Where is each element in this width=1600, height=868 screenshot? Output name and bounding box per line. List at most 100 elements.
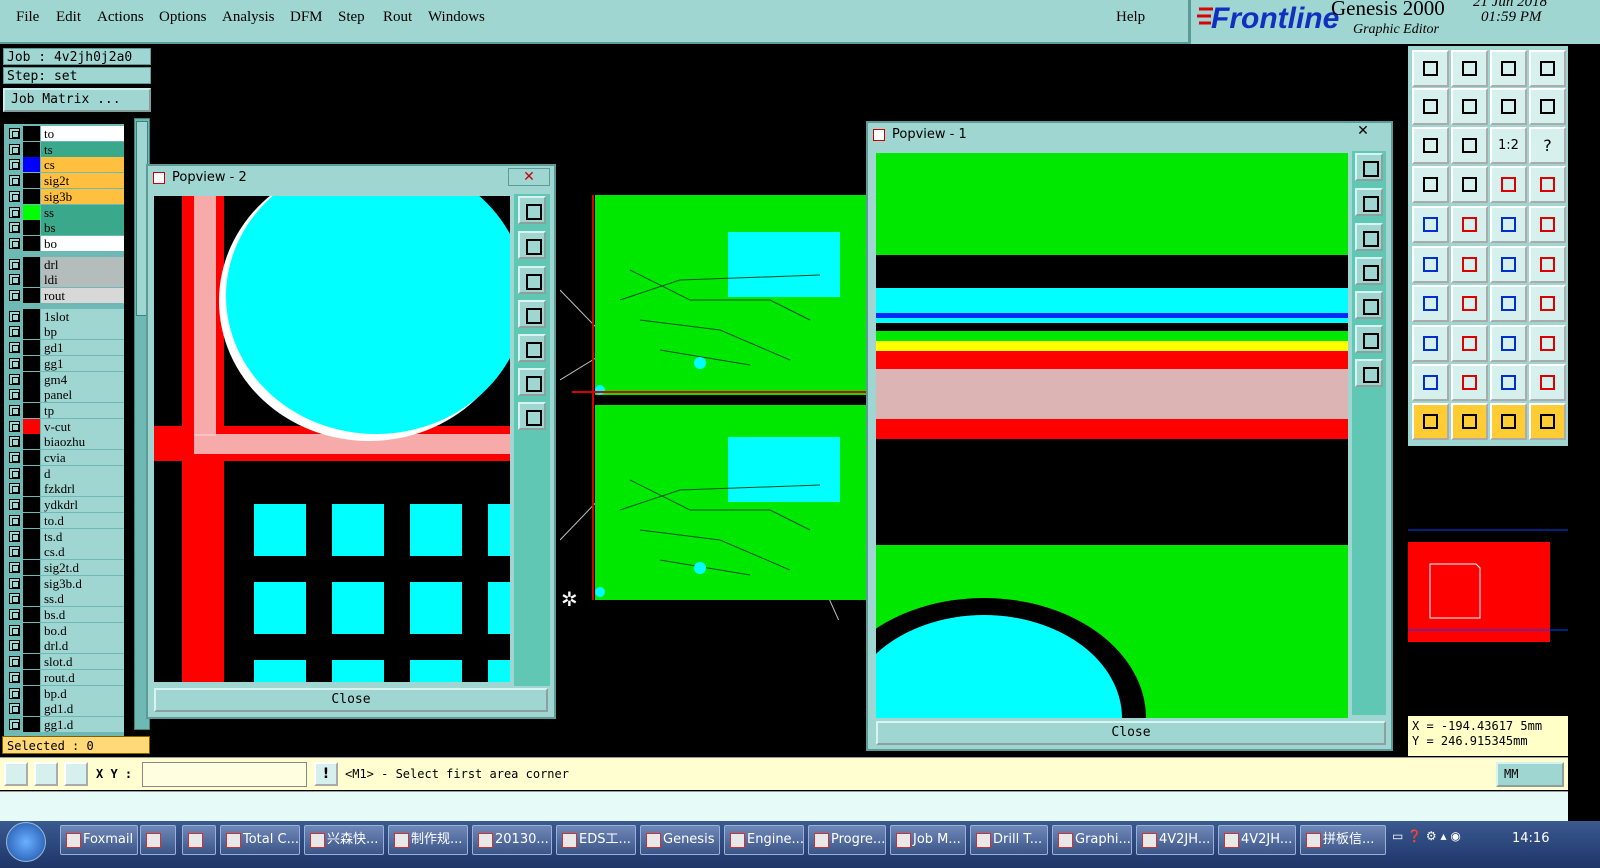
zoom-fit-icon[interactable] (518, 196, 546, 224)
pan-up-icon[interactable] (518, 231, 546, 259)
layer-checkbox[interactable] (9, 290, 20, 301)
layer-color-swatch[interactable] (23, 340, 40, 356)
layer-name[interactable]: v-cut (41, 418, 124, 434)
ratio-icon[interactable]: 1:2 (1490, 127, 1527, 164)
layer-row[interactable]: bs.d (4, 607, 124, 622)
layer-checkbox[interactable] (9, 624, 20, 636)
layer-row[interactable]: cs (4, 157, 124, 173)
layer-checkbox[interactable] (9, 237, 20, 249)
line-icon[interactable] (1412, 285, 1449, 322)
layer-color-swatch[interactable] (23, 544, 40, 560)
layer-name[interactable]: biaozhu (41, 434, 124, 450)
pan-right-icon[interactable] (518, 334, 546, 362)
taskbar-item[interactable]: Genesis (640, 825, 720, 855)
layer-row[interactable]: fzkdrl (4, 481, 124, 497)
layer-name[interactable]: bs (41, 220, 124, 236)
taskbar-item[interactable]: EDS工... (556, 825, 636, 855)
layer-row[interactable]: ydkdrl (4, 497, 124, 513)
zoom-fit-icon[interactable] (1412, 127, 1449, 164)
layer-color-swatch[interactable] (23, 528, 40, 544)
mirror-icon[interactable] (1490, 88, 1527, 125)
layer-checkbox[interactable] (9, 274, 20, 286)
layer-row[interactable]: to.d (4, 512, 124, 528)
grid-icon[interactable] (64, 762, 88, 786)
layer-row[interactable]: panel (4, 387, 124, 403)
layer-checkbox[interactable] (9, 190, 20, 202)
layer-checkbox[interactable] (9, 258, 20, 270)
help-icon[interactable]: ? (1529, 127, 1566, 164)
layer-row[interactable]: ss (4, 204, 124, 220)
layer-color-swatch[interactable] (23, 434, 40, 450)
feature-icon[interactable] (1451, 166, 1488, 203)
popview-1-close-x-button[interactable]: ✕ (1342, 123, 1384, 141)
layer-checkbox[interactable] (9, 593, 20, 605)
layer-row[interactable]: gg1.d (4, 716, 124, 732)
layer-name[interactable]: bp (41, 324, 124, 340)
layer-color-swatch[interactable] (23, 497, 40, 513)
graphic-canvas[interactable] (559, 180, 888, 691)
window-icon[interactable] (1529, 50, 1566, 87)
layer-name[interactable]: sig2t.d (41, 559, 124, 575)
layer-name[interactable]: bp.d (41, 685, 124, 701)
alert-icon[interactable]: ! (314, 762, 338, 786)
zoom-center-icon[interactable] (1451, 127, 1488, 164)
home-icon[interactable] (1490, 50, 1527, 87)
units-selector[interactable]: MM (1496, 762, 1564, 787)
start-button-icon[interactable] (6, 822, 46, 862)
taskbar-item[interactable]: Total C... (220, 825, 300, 855)
layer-checkbox[interactable] (9, 687, 20, 699)
layer-color-swatch[interactable] (23, 235, 40, 251)
layer-color-swatch[interactable] (23, 402, 40, 418)
layer-checkbox[interactable] (9, 640, 20, 652)
taskbar-item[interactable]: 20130... (472, 825, 552, 855)
layer-name[interactable]: rout (41, 288, 124, 303)
zoom-in-icon[interactable] (518, 368, 546, 396)
layer-color-swatch[interactable] (23, 204, 40, 220)
taskbar-item[interactable]: Engine... (724, 825, 804, 855)
taskbar-item[interactable]: 4V2JH... (1136, 825, 1214, 855)
layer-row[interactable]: ldi (4, 272, 124, 288)
layer-row[interactable]: to (4, 126, 124, 141)
layer-row[interactable]: gm4 (4, 371, 124, 387)
layer-name[interactable]: cs.d (41, 544, 124, 560)
layer-row[interactable]: 1slot (4, 308, 124, 324)
taskbar-item[interactable]: 制作规... (388, 825, 468, 855)
layer-row[interactable]: cs.d (4, 544, 124, 560)
pan-down-icon[interactable] (1355, 223, 1383, 251)
layer-row[interactable]: cvia (4, 450, 124, 465)
menu-windows[interactable]: Windows (428, 9, 485, 26)
layer-checkbox[interactable] (9, 609, 20, 620)
slash-icon[interactable] (1451, 285, 1488, 322)
layer-name[interactable]: bo.d (41, 622, 124, 638)
layer-name[interactable]: ydkdrl (41, 497, 124, 513)
zoom-fit-icon[interactable] (1355, 153, 1383, 181)
layer-name[interactable]: 1slot (41, 308, 124, 324)
taskbar-item[interactable]: Job M... (890, 825, 966, 855)
snap-icon[interactable] (1412, 166, 1449, 203)
layer-name[interactable]: d (41, 465, 124, 481)
job-matrix-button[interactable]: Job Matrix ... (3, 88, 151, 112)
taskbar-item[interactable]: Progre... (808, 825, 886, 855)
taskbar-item[interactable] (140, 825, 176, 855)
layer-color-swatch[interactable] (23, 512, 40, 528)
select-box-icon[interactable] (1451, 403, 1488, 440)
layer-row[interactable]: sig2t (4, 173, 124, 189)
layer-color-swatch[interactable] (23, 638, 40, 654)
layer-name[interactable]: ts.d (41, 528, 124, 544)
layer-row[interactable]: sig3b.d (4, 575, 124, 591)
layer-row[interactable]: drl.d (4, 638, 124, 654)
triangle-icon[interactable] (1412, 364, 1449, 401)
layer-row[interactable]: bo.d (4, 622, 124, 638)
shape-icon[interactable] (1490, 364, 1527, 401)
layer-name[interactable]: to.d (41, 512, 124, 528)
measure-icon[interactable] (34, 762, 58, 786)
layer-color-swatch[interactable] (23, 324, 40, 340)
layer-name[interactable]: ss.d (41, 591, 124, 607)
layer-checkbox[interactable] (9, 373, 20, 385)
layer-checkbox[interactable] (9, 656, 20, 668)
xy-input[interactable] (142, 762, 307, 787)
layer-color-swatch[interactable] (23, 141, 40, 157)
layer-color-swatch[interactable] (23, 575, 40, 591)
layer-row[interactable]: v-cut (4, 418, 124, 434)
layer-color-swatch[interactable] (23, 387, 40, 403)
